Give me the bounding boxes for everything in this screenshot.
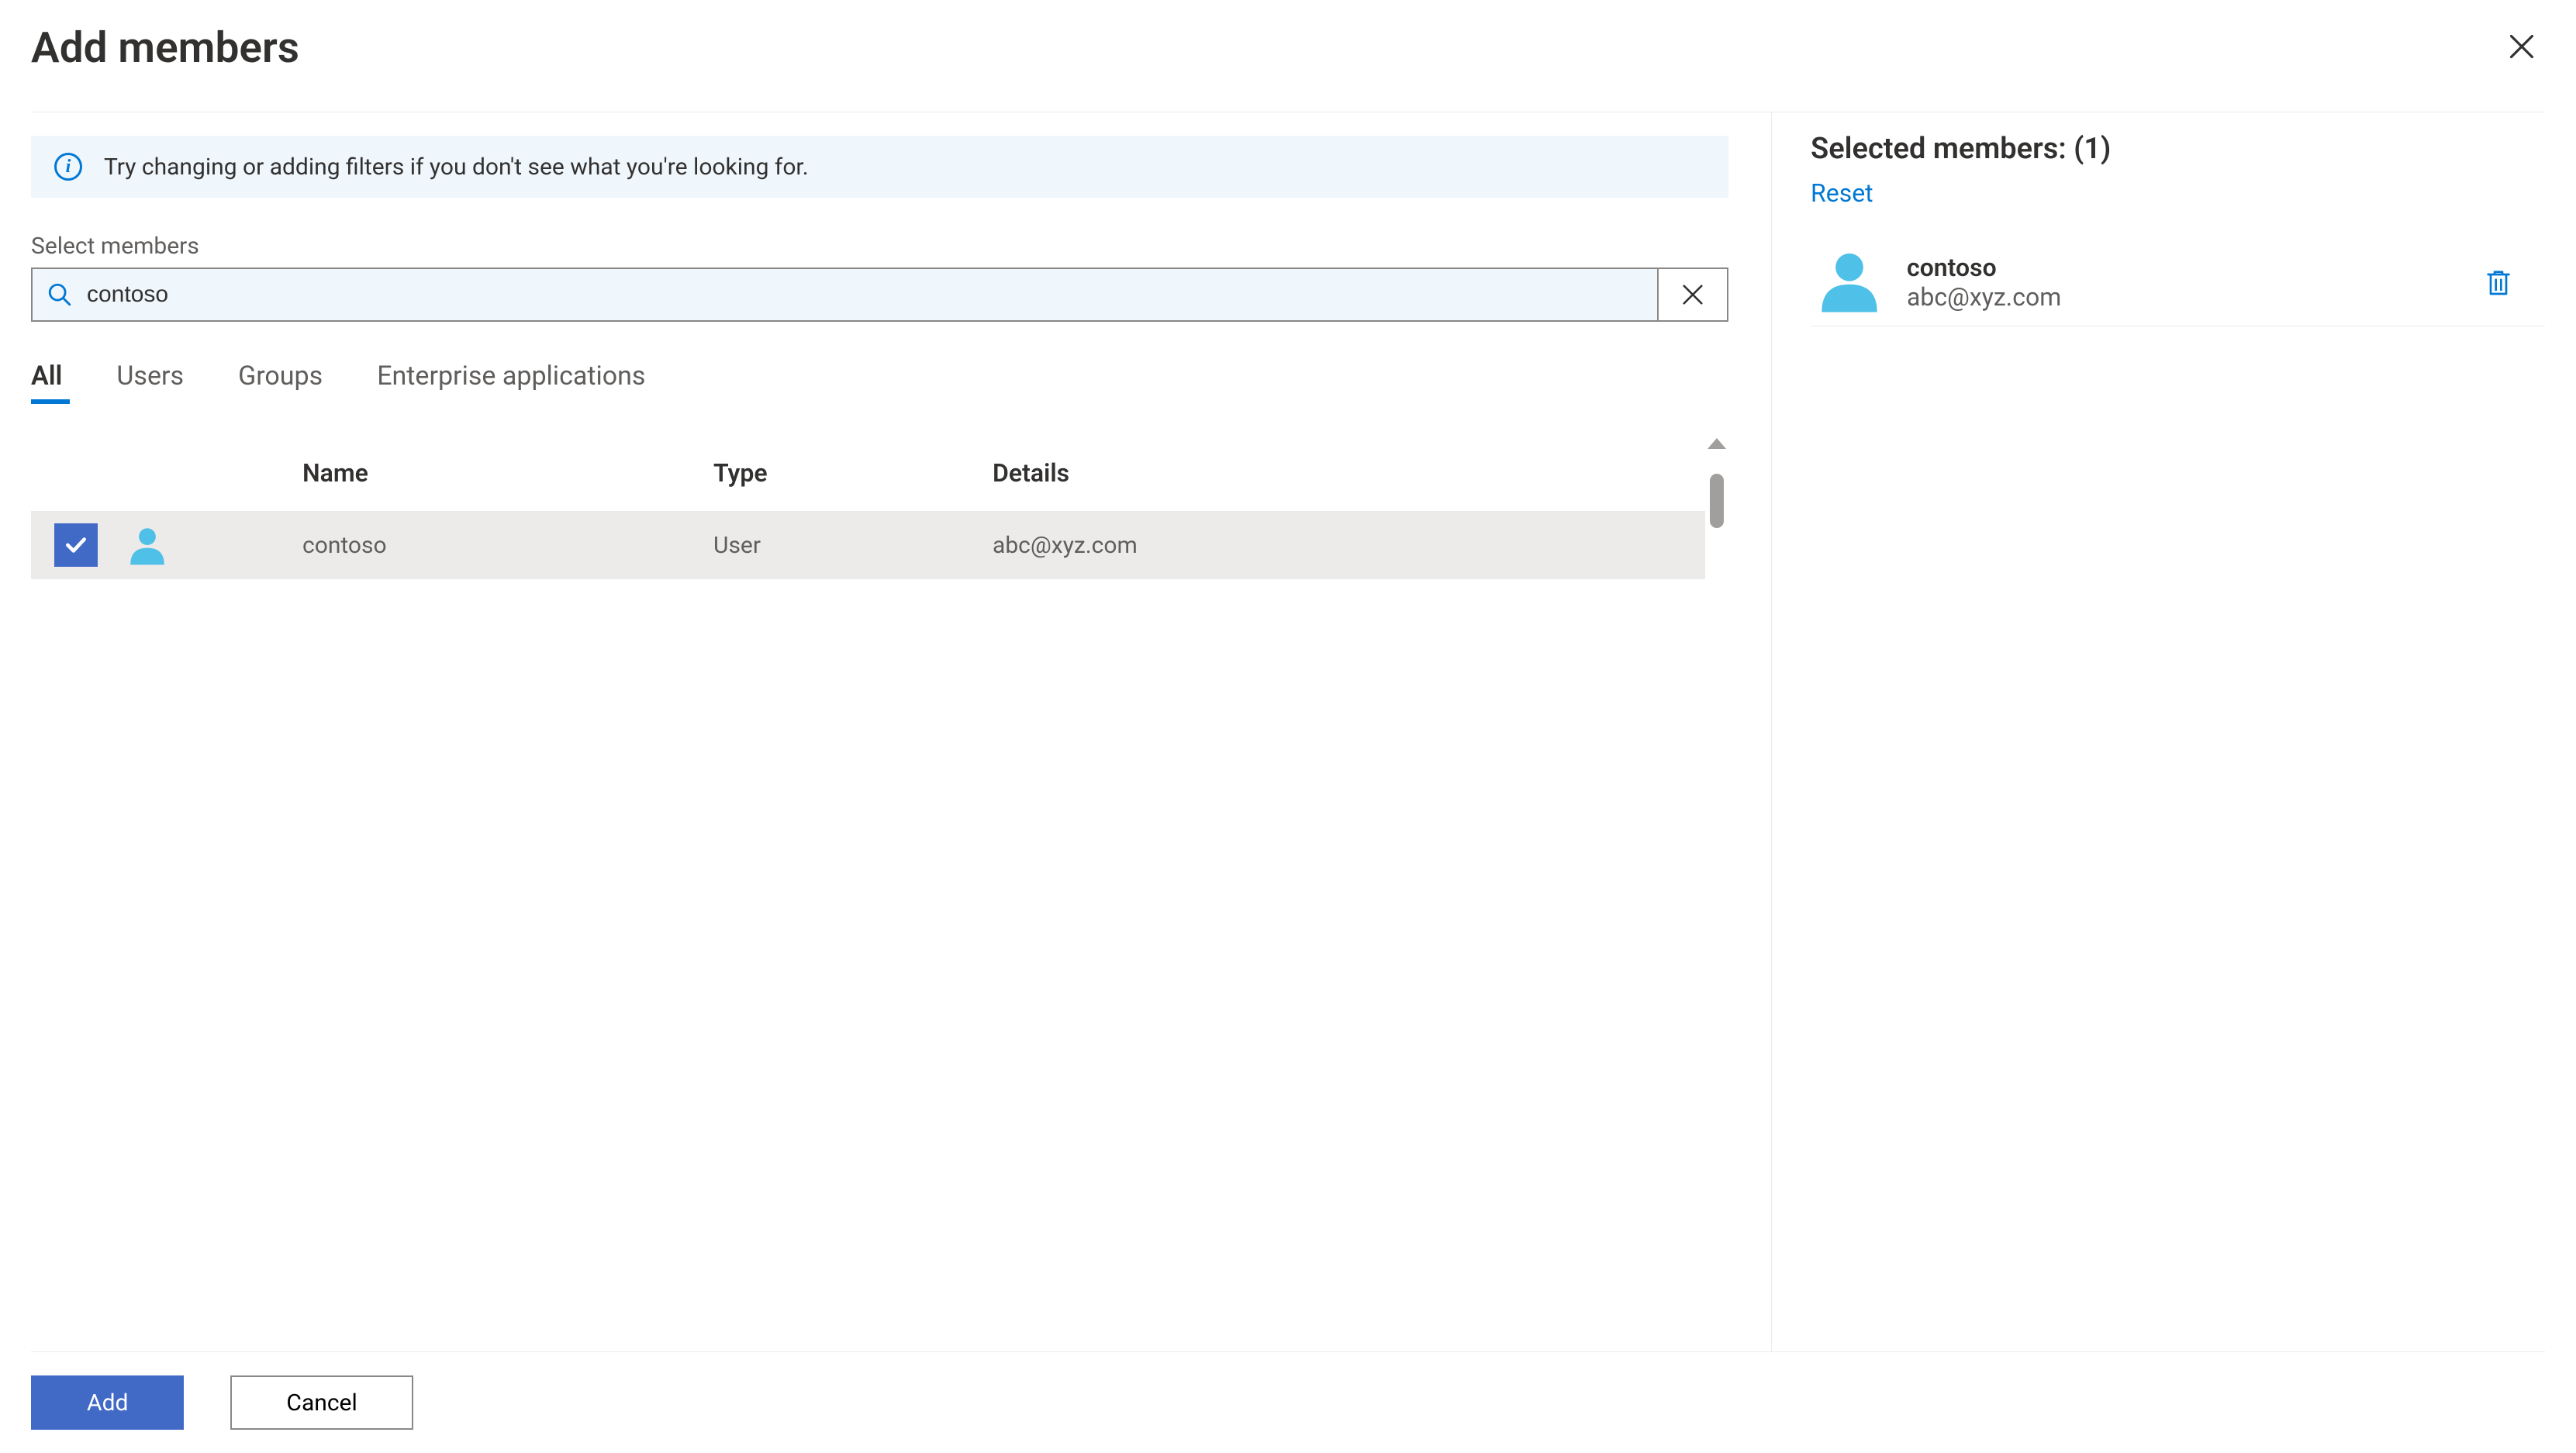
search-field-label: Select members (31, 233, 1728, 260)
column-name-header[interactable]: Name (209, 458, 713, 488)
close-icon (2508, 33, 2536, 60)
search-input[interactable] (87, 269, 1657, 320)
column-headers: Name Type Details (31, 435, 1705, 511)
tab-groups[interactable]: Groups (238, 361, 323, 404)
close-button[interactable] (2498, 23, 2545, 70)
selected-member-name: contoso (1907, 253, 2457, 282)
search-box[interactable] (31, 267, 1728, 322)
tab-users[interactable]: Users (116, 361, 184, 404)
tab-all[interactable]: All (31, 361, 62, 404)
selected-member-details: abc@xyz.com (1907, 282, 2457, 312)
info-icon: i (54, 153, 82, 181)
user-icon (1815, 248, 1884, 316)
cancel-button[interactable]: Cancel (230, 1375, 413, 1430)
scrollbar[interactable] (1705, 435, 1728, 1351)
remove-member-button[interactable] (2475, 259, 2522, 305)
column-details-header[interactable]: Details (993, 458, 1705, 488)
column-type-header[interactable]: Type (713, 458, 993, 488)
add-button[interactable]: Add (31, 1375, 184, 1430)
selected-members-heading: Selected members: (1) (1811, 132, 2545, 166)
clear-search-button[interactable] (1657, 269, 1727, 320)
close-icon (1681, 283, 1704, 306)
info-text: Try changing or adding filters if you do… (104, 154, 809, 181)
info-banner: i Try changing or adding filters if you … (31, 136, 1728, 198)
scroll-thumb[interactable] (1710, 474, 1724, 528)
row-type: User (713, 532, 993, 559)
table-row[interactable]: contoso User abc@xyz.com (31, 511, 1705, 579)
user-icon (125, 523, 170, 568)
page-title: Add members (31, 23, 299, 73)
tabs: All Users Groups Enterprise applications (31, 361, 1728, 404)
reset-link[interactable]: Reset (1811, 178, 1873, 208)
results-list: Name Type Details (31, 435, 1705, 1351)
trash-icon (2483, 267, 2514, 298)
selected-member-item[interactable]: contoso abc@xyz.com (1811, 239, 2545, 326)
search-icon (33, 281, 87, 308)
row-details: abc@xyz.com (993, 532, 1705, 559)
scroll-up-icon[interactable] (1708, 438, 1726, 449)
row-name: contoso (209, 532, 713, 559)
tab-enterprise-applications[interactable]: Enterprise applications (377, 361, 645, 404)
